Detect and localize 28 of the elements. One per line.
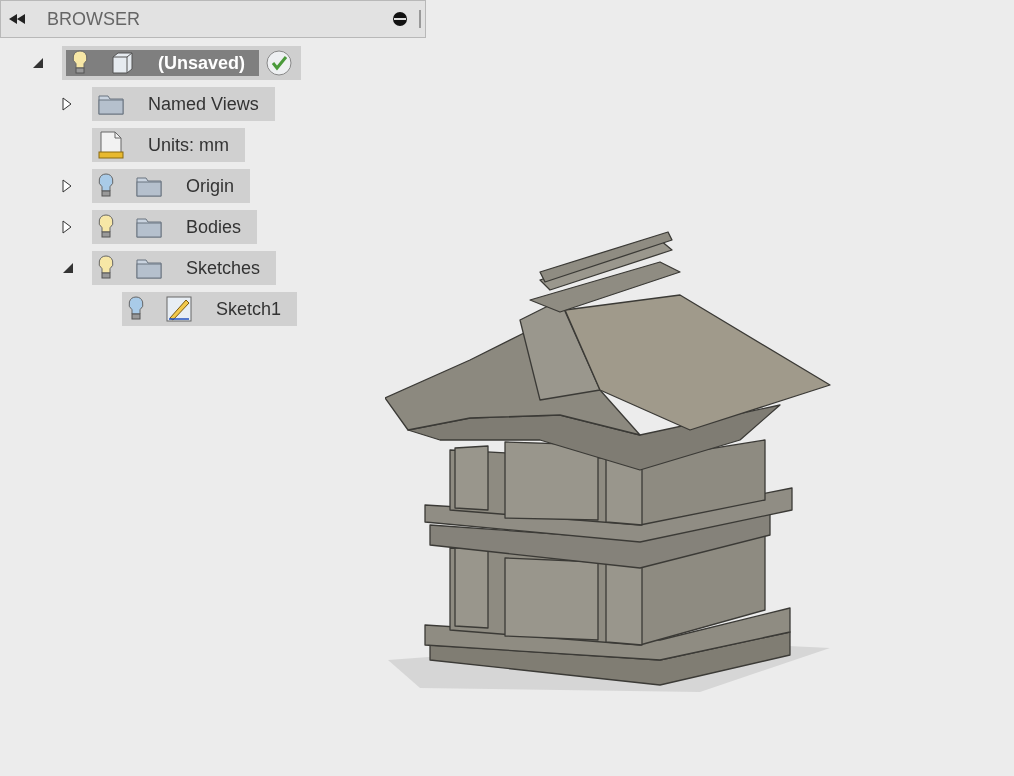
- pin-icon[interactable]: [393, 12, 407, 26]
- folder-icon: [98, 93, 124, 115]
- lightbulb-icon[interactable]: [98, 255, 114, 281]
- collapse-arrow-icon[interactable]: [32, 57, 44, 69]
- tree-item[interactable]: Origin: [92, 169, 250, 203]
- tree-item[interactable]: Units: mm: [92, 128, 245, 162]
- cube-icon: [110, 51, 134, 75]
- lightbulb-icon[interactable]: [72, 50, 88, 76]
- panel-title: BROWSER: [47, 7, 140, 31]
- tree-item[interactable]: Sketch1: [122, 292, 298, 326]
- lightbulb-icon[interactable]: [98, 214, 114, 240]
- folder-icon: [136, 175, 162, 197]
- expand-arrow-icon[interactable]: [62, 179, 72, 193]
- collapse-icon[interactable]: [9, 14, 25, 24]
- folder-icon: [136, 257, 162, 279]
- check-icon: [265, 49, 294, 77]
- lightbulb-icon[interactable]: [98, 173, 114, 199]
- expand-arrow-icon[interactable]: [62, 220, 72, 234]
- expand-arrow-icon[interactable]: [62, 97, 72, 111]
- ruler-document-icon: [98, 131, 124, 159]
- sketch-icon: [166, 296, 192, 322]
- tree-item[interactable]: Bodies: [92, 210, 258, 244]
- folder-icon: [136, 216, 162, 238]
- tree-item[interactable]: Named Views: [92, 87, 275, 121]
- lightbulb-icon[interactable]: [128, 296, 144, 322]
- tree-item[interactable]: (Unsaved): [62, 46, 302, 80]
- collapse-arrow-icon[interactable]: [62, 262, 74, 274]
- tree-item[interactable]: Sketches: [92, 251, 277, 285]
